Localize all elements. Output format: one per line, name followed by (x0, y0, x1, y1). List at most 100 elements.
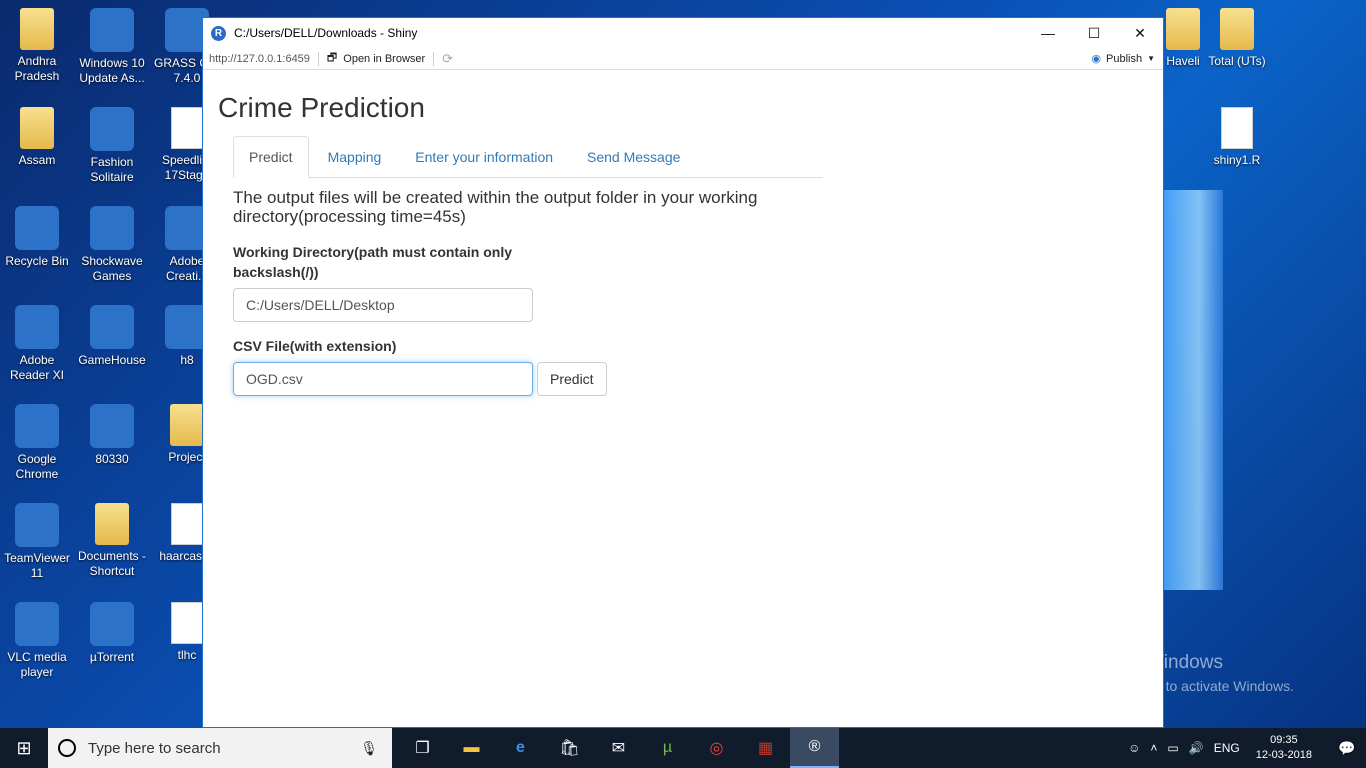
file-icon (171, 107, 203, 149)
separator (433, 51, 435, 66)
watermark-subtitle: Go to Settings to activate Windows. (1073, 678, 1294, 694)
people-icon[interactable]: ☺ (1128, 741, 1140, 755)
desktop-icon-label: 80330 (95, 452, 129, 466)
desktop-icon[interactable]: shiny1.R (1200, 107, 1274, 168)
page-title: Crime Prediction (218, 92, 425, 123)
file-icon (1221, 107, 1253, 149)
desktop-icon-label: shiny1.R (1213, 153, 1261, 167)
clock[interactable]: 09:35 12-03-2018 (1256, 733, 1312, 763)
desktop-icon[interactable]: Adobe Reader XI (0, 305, 74, 383)
tab-bar: Predict Mapping Enter your information S… (233, 136, 823, 178)
language-indicator[interactable]: ENG (1214, 741, 1240, 755)
utorrent-icon[interactable]: µ (643, 728, 692, 768)
csv-file-label: CSV File(with extension) (233, 338, 397, 354)
open-in-browser-button[interactable]: 🗗 Open in Browser (327, 49, 425, 68)
cortana-icon (58, 739, 76, 757)
close-button[interactable]: ✕ (1117, 18, 1163, 48)
desktop-icon[interactable]: GameHouse (75, 305, 149, 368)
pdf-icon (90, 404, 134, 448)
desktop-icon-label: Adobe Reader XI (9, 353, 65, 382)
winrar-icon[interactable]: ▦ (741, 728, 790, 768)
desktop-icon[interactable]: Andhra Pradesh (0, 8, 74, 84)
desktop-icon-label: Haveli (1166, 54, 1200, 68)
working-directory-input[interactable]: C:/Users/DELL/Desktop (233, 288, 533, 322)
chevron-up-icon[interactable]: ˄ (1150, 741, 1157, 755)
search-placeholder: Type here to search (88, 739, 221, 757)
windows-start-button[interactable]: ⊞ (0, 728, 48, 768)
desktop-icon[interactable]: Google Chrome (0, 404, 74, 482)
desktop-icon[interactable]: VLC media player (0, 602, 74, 680)
file-icon (171, 602, 203, 644)
store-icon[interactable]: 🛍 (545, 728, 594, 768)
folder-icon (20, 107, 54, 149)
windows-update-icon (90, 8, 134, 52)
rstudio-icon[interactable]: ® (790, 728, 839, 768)
desktop-icon-label: µTorrent (89, 650, 135, 664)
url-text: http://127.0.0.1:6459 (209, 52, 310, 65)
predict-button[interactable]: Predict (537, 362, 607, 396)
desktop-icon[interactable]: Recycle Bin (0, 206, 74, 269)
desktop-icon[interactable]: Documents - Shortcut (75, 503, 149, 579)
folder-icon (95, 503, 129, 545)
desktop-icon-label: Recycle Bin (5, 254, 69, 268)
battery-icon[interactable]: ▭ (1167, 741, 1178, 755)
tab-predict[interactable]: Predict (233, 136, 309, 178)
publish-icon: ◉ (1091, 53, 1101, 65)
desktop-icon-label: Windows 10 Update As... (79, 56, 145, 85)
folder-icon (20, 8, 54, 50)
notifications-icon[interactable]: 💬 (1328, 728, 1366, 768)
window-title: C:/Users/DELL/Downloads - Shiny (234, 26, 418, 40)
tab-mapping[interactable]: Mapping (313, 136, 397, 177)
tab-send-message[interactable]: Send Message (572, 136, 695, 177)
tab-enter-information[interactable]: Enter your information (400, 136, 568, 177)
clock-time: 09:35 (1270, 734, 1298, 746)
folder-icon (1220, 8, 1254, 50)
system-tray: ☺ ˄ ▭ 🔊 ENG 09:35 12-03-2018 💬 (1128, 728, 1366, 768)
open-in-browser-label: Open in Browser (343, 52, 426, 65)
maximize-button[interactable]: ☐ (1071, 18, 1117, 48)
publish-label: Publish (1106, 52, 1143, 65)
minimize-button[interactable]: — (1025, 18, 1071, 48)
edge-icon[interactable]: e (496, 728, 545, 768)
activate-windows-watermark: Activate Windows Go to Settings to activ… (1073, 652, 1294, 694)
file-explorer-icon[interactable]: ▬ (447, 728, 496, 768)
desktop-icon[interactable]: Total (UTs) (1200, 8, 1274, 69)
desktop-icon[interactable]: TeamViewer 11 (0, 503, 74, 581)
desktop-icon[interactable]: Haveli (1163, 8, 1203, 69)
desktop-icon[interactable]: µTorrent (75, 602, 149, 665)
desktop-icon-label: Andhra Pradesh (14, 54, 60, 83)
csv-file-input[interactable]: OGD.csv (233, 362, 533, 396)
desktop-icon-label: VLC media player (7, 650, 67, 679)
title-bar[interactable]: R C:/Users/DELL/Downloads - Shiny — ☐ ✕ (203, 18, 1163, 48)
desktop-icon[interactable]: Assam (0, 107, 74, 168)
microphone-icon[interactable]: 🎙 (360, 740, 378, 757)
desktop-icon-label: Fashion Solitaire (90, 155, 134, 184)
desktop-icon[interactable]: Fashion Solitaire (75, 107, 149, 185)
output-note: The output files will be created within … (233, 188, 758, 226)
taskbar-search[interactable]: Type here to search 🎙 (48, 728, 392, 768)
desktop-icon[interactable]: Shockwave Games (75, 206, 149, 284)
working-directory-label: Working Directory(path must contain only… (233, 244, 512, 280)
desktop-icon-label: Documents - Shortcut (77, 549, 147, 578)
chrome-icon[interactable]: ◎ (692, 728, 741, 768)
task-view-icon[interactable]: ❐ (398, 728, 447, 768)
publish-button[interactable]: ◉ Publish ▼ (1091, 52, 1155, 66)
shiny-window: R C:/Users/DELL/Downloads - Shiny — ☐ ✕ … (202, 17, 1164, 728)
desktop-icon-label: Total (UTs) (1208, 54, 1266, 68)
desktop-icon[interactable]: 80330 (75, 404, 149, 467)
desktop-icon-label: Google Chrome (15, 452, 59, 481)
mail-icon[interactable]: ✉ (594, 728, 643, 768)
desktop-icon[interactable]: Windows 10 Update As... (75, 8, 149, 86)
volume-icon[interactable]: 🔊 (1189, 741, 1204, 755)
watermark-title: Activate Windows (1073, 652, 1223, 673)
viewer-toolbar: http://127.0.0.1:6459 🗗 Open in Browser … (203, 48, 1163, 70)
recycle-bin-icon (15, 206, 59, 250)
shockwave-icon (90, 206, 134, 250)
desktop-highlight (1163, 190, 1223, 590)
file-icon (171, 503, 203, 545)
refresh-icon[interactable]: ⟳ (442, 51, 453, 67)
adobe-reader-icon (15, 305, 59, 349)
clock-date: 12-03-2018 (1255, 749, 1312, 761)
desktop-icon-label: GameHouse (78, 353, 146, 367)
chrome-icon (15, 404, 59, 448)
